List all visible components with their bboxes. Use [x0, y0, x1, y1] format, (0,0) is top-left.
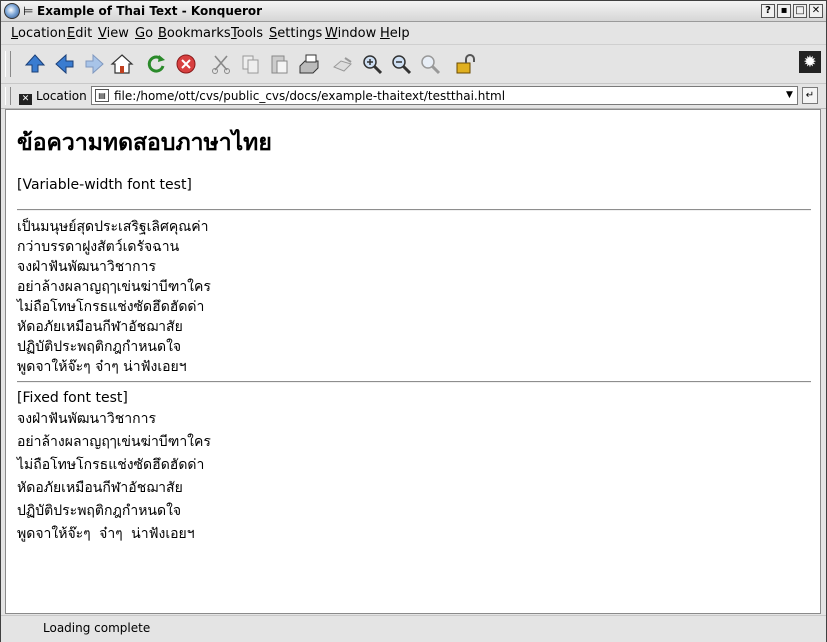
clear-location-icon[interactable]: ✕ [19, 94, 32, 105]
menu-help[interactable]: Help [380, 26, 410, 42]
variable-line: อย่าล้างผลาญฤๅเข่นฆ่าบีฑาใคร [17, 279, 211, 295]
variable-line: เป็นมนุษย์สุดประเสริฐเลิศคุณค่า [17, 219, 209, 235]
cut-icon[interactable] [209, 52, 233, 76]
menu-location[interactable]: Location [11, 26, 66, 42]
minimize-button[interactable]: ▪ [777, 4, 791, 18]
konqueror-app-icon[interactable] [4, 3, 20, 19]
toolbar-grip[interactable] [5, 51, 11, 77]
menu-bookmarks[interactable]: Bookmarks [158, 26, 231, 42]
page-heading: ข้อความทดสอบภาษาไทย [17, 130, 272, 156]
window-title: Example of Thai Text - Konqueror [37, 4, 263, 18]
variable-font-label: [Variable-width font test] [17, 177, 192, 193]
variable-line: ปฏิบัติประพฤติกฎกำหนดใจ [17, 339, 182, 355]
status-text: Loading complete [43, 621, 151, 635]
divider [17, 209, 811, 211]
location-label[interactable]: ✕ Location [19, 88, 87, 105]
title-bar[interactable]: ⊨ Example of Thai Text - Konqueror ? ▪ □… [1, 1, 826, 22]
konqueror-window: ⊨ Example of Thai Text - Konqueror ? ▪ □… [0, 0, 827, 642]
page-content: ข้อความทดสอบภาษาไทย [Variable-width font… [5, 109, 821, 614]
location-grip[interactable] [5, 87, 11, 105]
location-bar: ✕ Location ▤ file:/home/ott/cvs/public_cv… [1, 84, 826, 109]
main-toolbar: ✹ [1, 45, 826, 84]
sticky-pin-icon[interactable]: ⊨ [23, 3, 33, 19]
menu-go[interactable]: Go [135, 26, 153, 42]
file-page-icon: ▤ [95, 89, 109, 102]
forward-arrow-icon[interactable] [82, 52, 106, 76]
fixed-line: ปฏิบัติประพฤติกฎกำหนดใจ [17, 503, 182, 519]
fixed-line: หัดอภัยเหมือนกีฬาอัชฌาสัย [17, 480, 183, 496]
variable-line: ไม่ถือโทษโกรธแช่งซัดฮึดฮัดด่า [17, 299, 205, 315]
reload-icon[interactable] [144, 52, 168, 76]
menu-view[interactable]: View [98, 26, 129, 42]
close-button[interactable]: ✕ [809, 4, 823, 18]
divider [17, 381, 811, 383]
fixed-line: จงฝ่าฟันพัฒนาวิชาการ [17, 411, 156, 427]
fixed-line: ไม่ถือโทษโกรธแช่งซัดฮึดฮัดด่า [17, 457, 205, 473]
fixed-font-label: [Fixed font test] [17, 390, 128, 406]
zoom-out-icon[interactable] [389, 52, 413, 76]
variable-line: หัดอภัยเหมือนกีฬาอัชฌาสัย [17, 319, 183, 335]
help-button[interactable]: ? [761, 4, 775, 18]
menu-window[interactable]: Window [325, 26, 376, 42]
print-icon[interactable] [297, 52, 321, 76]
stop-icon[interactable] [174, 52, 198, 76]
security-icon[interactable] [331, 52, 355, 76]
menu-tools[interactable]: Tools [231, 26, 263, 42]
menu-bar: Location Edit View Go Bookmarks Tools Se… [1, 22, 826, 45]
maximize-button[interactable]: □ [793, 4, 807, 18]
url-text: file:/home/ott/cvs/public_cvs/docs/examp… [114, 89, 506, 103]
copy-icon[interactable] [239, 52, 263, 76]
status-bar: Loading complete [1, 615, 826, 642]
menu-edit[interactable]: Edit [67, 26, 92, 42]
find-icon[interactable] [418, 52, 442, 76]
fixed-line: อย่าล้างผลาญฤๅเข่นฆ่าบีฑาใคร [17, 434, 211, 450]
zoom-in-icon[interactable] [360, 52, 384, 76]
home-icon[interactable] [110, 52, 134, 76]
up-arrow-icon[interactable] [23, 52, 47, 76]
variable-line: กว่าบรรดาฝูงสัตว์เดรัจฉาน [17, 239, 180, 255]
go-button[interactable]: ↵ [802, 87, 818, 104]
lock-icon[interactable] [453, 52, 477, 76]
variable-line: จงฝ่าฟันพัฒนาวิชาการ [17, 259, 156, 275]
paste-icon[interactable] [267, 52, 291, 76]
gear-icon[interactable]: ✹ [799, 51, 821, 73]
chevron-down-icon[interactable]: ▼ [784, 90, 795, 101]
variable-line: พูดจาให้จ๊ะๆ จ๋าๆ น่าฟังเอยฯ [17, 359, 187, 375]
url-input[interactable]: ▤ file:/home/ott/cvs/public_cvs/docs/exa… [91, 86, 798, 105]
fixed-line: พูดจาให้จ๊ะๆ จ๋าๆ น่าฟังเอยฯ [17, 526, 195, 542]
menu-settings[interactable]: Settings [269, 26, 322, 42]
back-arrow-icon[interactable] [53, 52, 77, 76]
location-label-text: Location [36, 89, 87, 103]
